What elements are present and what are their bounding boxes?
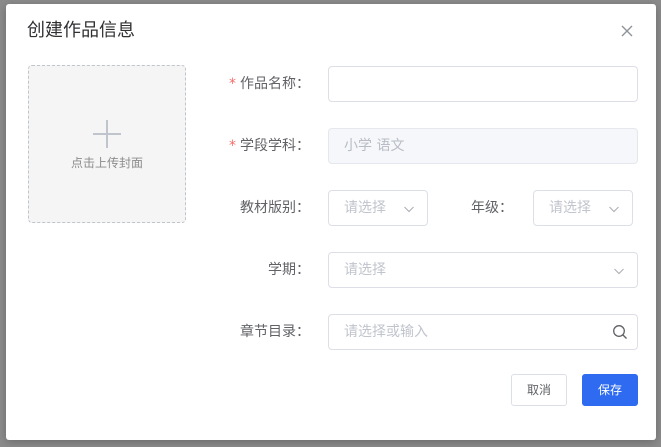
save-button[interactable]: 保存: [582, 374, 638, 406]
cover-upload[interactable]: 点击上传封面: [28, 65, 186, 223]
chapter-placeholder: 请选择或输入: [344, 324, 428, 340]
plus-icon: [92, 119, 122, 149]
semester-select[interactable]: 请选择: [328, 252, 638, 288]
chevron-down-icon: [613, 265, 625, 277]
chapter-label: 章节目录：: [240, 324, 310, 340]
close-icon[interactable]: [620, 24, 634, 38]
chapter-input[interactable]: 请选择或输入: [328, 314, 638, 350]
edition-select[interactable]: 请选择: [328, 190, 428, 226]
semester-label: 学期：: [268, 262, 310, 278]
semester-placeholder: 请选择: [344, 262, 386, 278]
edition-label: 教材版别：: [240, 200, 310, 216]
work-name-input[interactable]: [328, 66, 638, 102]
search-icon[interactable]: [612, 324, 628, 340]
edition-placeholder: 请选择: [344, 200, 386, 216]
work-name-label-text: 作品名称：: [240, 76, 310, 92]
dialog-title: 创建作品信息: [27, 20, 135, 41]
grade-select[interactable]: 请选择: [533, 190, 633, 226]
chevron-down-icon: [403, 203, 415, 215]
cover-upload-label: 点击上传封面: [70, 156, 143, 170]
create-work-dialog: 创建作品信息 点击上传封面 * 作品名称： * 学段学科： 小学 语文 教材版别： …: [6, 4, 656, 440]
chevron-down-icon: [608, 203, 620, 215]
cancel-button[interactable]: 取消: [511, 374, 567, 406]
stage-subject-label: * 学段学科：: [229, 136, 310, 156]
grade-placeholder: 请选择: [549, 200, 591, 216]
stage-subject-label-text: 学段学科：: [240, 138, 310, 154]
work-name-label: * 作品名称：: [229, 74, 310, 94]
required-mark: *: [229, 138, 236, 154]
required-mark: *: [229, 76, 236, 92]
grade-label: 年级：: [471, 200, 513, 216]
stage-subject-field: 小学 语文: [328, 128, 638, 164]
